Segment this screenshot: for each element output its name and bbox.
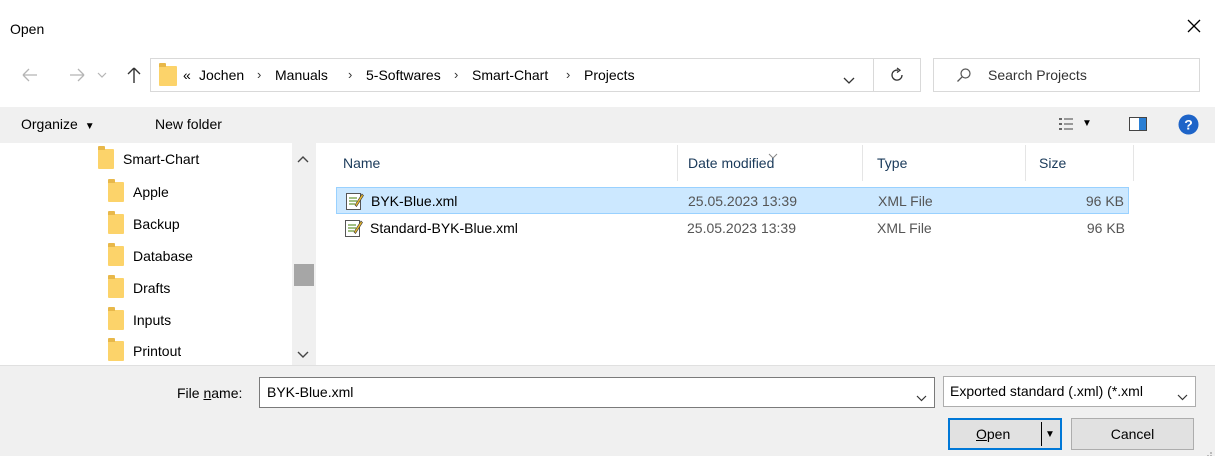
breadcrumb-item[interactable]: 5-Softwares	[366, 67, 441, 83]
file-type-value: Exported standard (.xml) (*.xml	[950, 383, 1143, 399]
tree-item-label: Backup	[133, 216, 180, 232]
tree-item-label: Inputs	[133, 312, 172, 328]
breadcrumb-separator-icon: ›	[348, 67, 353, 82]
tree-item-inputs[interactable]: Inputs	[108, 304, 171, 336]
search-input[interactable]: Search Projects	[933, 58, 1200, 92]
folder-icon	[159, 63, 186, 86]
address-dropdown-chevron-icon[interactable]	[843, 72, 855, 88]
scroll-up-icon[interactable]	[297, 150, 309, 166]
folder-icon	[108, 179, 124, 202]
breadcrumb-separator-icon: ›	[257, 67, 262, 82]
dropdown-triangle-icon: ▼	[84, 121, 95, 132]
window-title: Open	[10, 21, 45, 37]
breadcrumb-overflow[interactable]: «	[183, 67, 191, 83]
address-bar[interactable]: « Jochen › Manuals › 5-Softwares › Smart…	[150, 58, 874, 92]
file-type: XML File	[878, 193, 933, 209]
open-label-text: pen	[986, 426, 1011, 442]
tree-item-label: Drafts	[133, 280, 171, 296]
file-type: XML File	[877, 220, 932, 236]
file-name-label-text: ame:	[211, 385, 243, 401]
file-list: Name Date modified Type Size BYK-Blue.xm…	[316, 143, 1215, 365]
file-date: 25.05.2023 13:39	[688, 193, 797, 209]
file-name-dropdown-chevron-icon[interactable]	[916, 389, 927, 405]
open-accesskey: O	[976, 426, 987, 442]
xml-file-icon	[346, 191, 364, 211]
tree-item-backup[interactable]: Backup	[108, 208, 180, 240]
folder-icon	[108, 337, 124, 361]
folder-icon	[108, 211, 124, 234]
file-size: 96 KB	[1086, 220, 1125, 236]
command-bar: Organize ▼ New folder ▼ ?	[0, 107, 1215, 143]
title-bar: Open	[0, 0, 1215, 48]
column-separator	[1133, 145, 1134, 181]
tree-item-apple[interactable]: Apple	[108, 176, 169, 208]
folder-icon	[108, 243, 124, 266]
scroll-down-icon[interactable]	[297, 346, 309, 362]
file-date: 25.05.2023 13:39	[687, 220, 796, 236]
breadcrumb-separator-icon: ›	[566, 67, 571, 82]
file-name: BYK-Blue.xml	[371, 193, 458, 209]
file-name-label: File name:	[177, 385, 242, 401]
column-header-date[interactable]: Date modified	[688, 155, 774, 171]
breadcrumb-item[interactable]: Projects	[584, 67, 635, 83]
tree-item-label: Apple	[133, 184, 169, 200]
breadcrumb-item[interactable]: Manuals	[275, 67, 328, 83]
svg-text:?: ?	[1184, 117, 1193, 133]
help-icon[interactable]: ?	[1178, 114, 1199, 138]
split-divider	[1041, 422, 1042, 446]
table-row[interactable]: BYK-Blue.xml 25.05.2023 13:39 XML File 9…	[336, 187, 1129, 214]
breadcrumb-item[interactable]: Smart-Chart	[472, 67, 548, 83]
tree-item-smart-chart[interactable]: Smart-Chart	[98, 143, 199, 175]
open-label: Open	[976, 426, 1010, 442]
xml-file-icon	[345, 218, 363, 238]
file-name-label-text: File	[177, 385, 204, 401]
preview-pane-icon[interactable]	[1129, 117, 1147, 134]
file-size: 96 KB	[1085, 193, 1124, 209]
search-placeholder: Search Projects	[988, 67, 1087, 83]
column-separator	[677, 145, 678, 181]
back-arrow-icon[interactable]	[19, 63, 41, 87]
close-icon[interactable]	[1182, 14, 1206, 38]
file-type-chevron-icon	[1177, 388, 1188, 404]
search-icon	[956, 67, 972, 86]
up-arrow-icon[interactable]	[123, 63, 145, 87]
dialog-footer: File name: BYK-Blue.xml Exported standar…	[0, 365, 1215, 456]
tree-item-database[interactable]: Database	[108, 240, 193, 272]
folder-icon	[108, 307, 124, 330]
file-name-value: BYK-Blue.xml	[267, 384, 354, 400]
tree-item-label: Printout	[133, 342, 182, 359]
change-view-icon[interactable]	[1059, 117, 1075, 134]
column-separator	[1025, 145, 1026, 181]
breadcrumb-separator-icon: ›	[454, 67, 459, 82]
column-header-type[interactable]: Type	[877, 155, 907, 171]
column-header-name[interactable]: Name	[343, 155, 380, 171]
organize-label: Organize	[21, 116, 78, 132]
tree-item-label: Smart-Chart	[123, 151, 200, 167]
breadcrumb-item[interactable]: Jochen	[199, 67, 244, 83]
cancel-button[interactable]: Cancel	[1071, 418, 1194, 450]
file-name-field[interactable]: BYK-Blue.xml	[259, 377, 935, 408]
folder-icon	[108, 275, 124, 298]
file-name: Standard-BYK-Blue.xml	[370, 220, 518, 236]
tree-item-printout[interactable]: Printout	[108, 336, 181, 365]
column-header-size[interactable]: Size	[1039, 155, 1066, 171]
recent-locations-chevron-icon[interactable]	[95, 63, 109, 87]
tree-item-drafts[interactable]: Drafts	[108, 272, 170, 304]
new-folder-button[interactable]: New folder	[155, 116, 222, 132]
forward-arrow-icon[interactable]	[66, 63, 88, 87]
table-row[interactable]: Standard-BYK-Blue.xml 25.05.2023 13:39 X…	[336, 215, 1129, 242]
scrollbar-thumb[interactable]	[294, 264, 314, 286]
tree-item-label: Database	[133, 248, 193, 264]
refresh-icon[interactable]	[873, 58, 921, 92]
open-options-dropdown-icon[interactable]: ▼	[1045, 429, 1055, 440]
resize-grip-icon[interactable]	[1203, 445, 1213, 456]
organize-menu-button[interactable]: Organize ▼	[21, 116, 95, 132]
view-options-dropdown-icon[interactable]: ▼	[1082, 118, 1092, 129]
file-type-select[interactable]: Exported standard (.xml) (*.xml	[943, 376, 1196, 407]
open-button[interactable]: Open ▼	[948, 418, 1062, 450]
navigation-scrollbar[interactable]	[292, 143, 316, 365]
folder-icon	[98, 146, 114, 169]
column-separator	[862, 145, 863, 181]
